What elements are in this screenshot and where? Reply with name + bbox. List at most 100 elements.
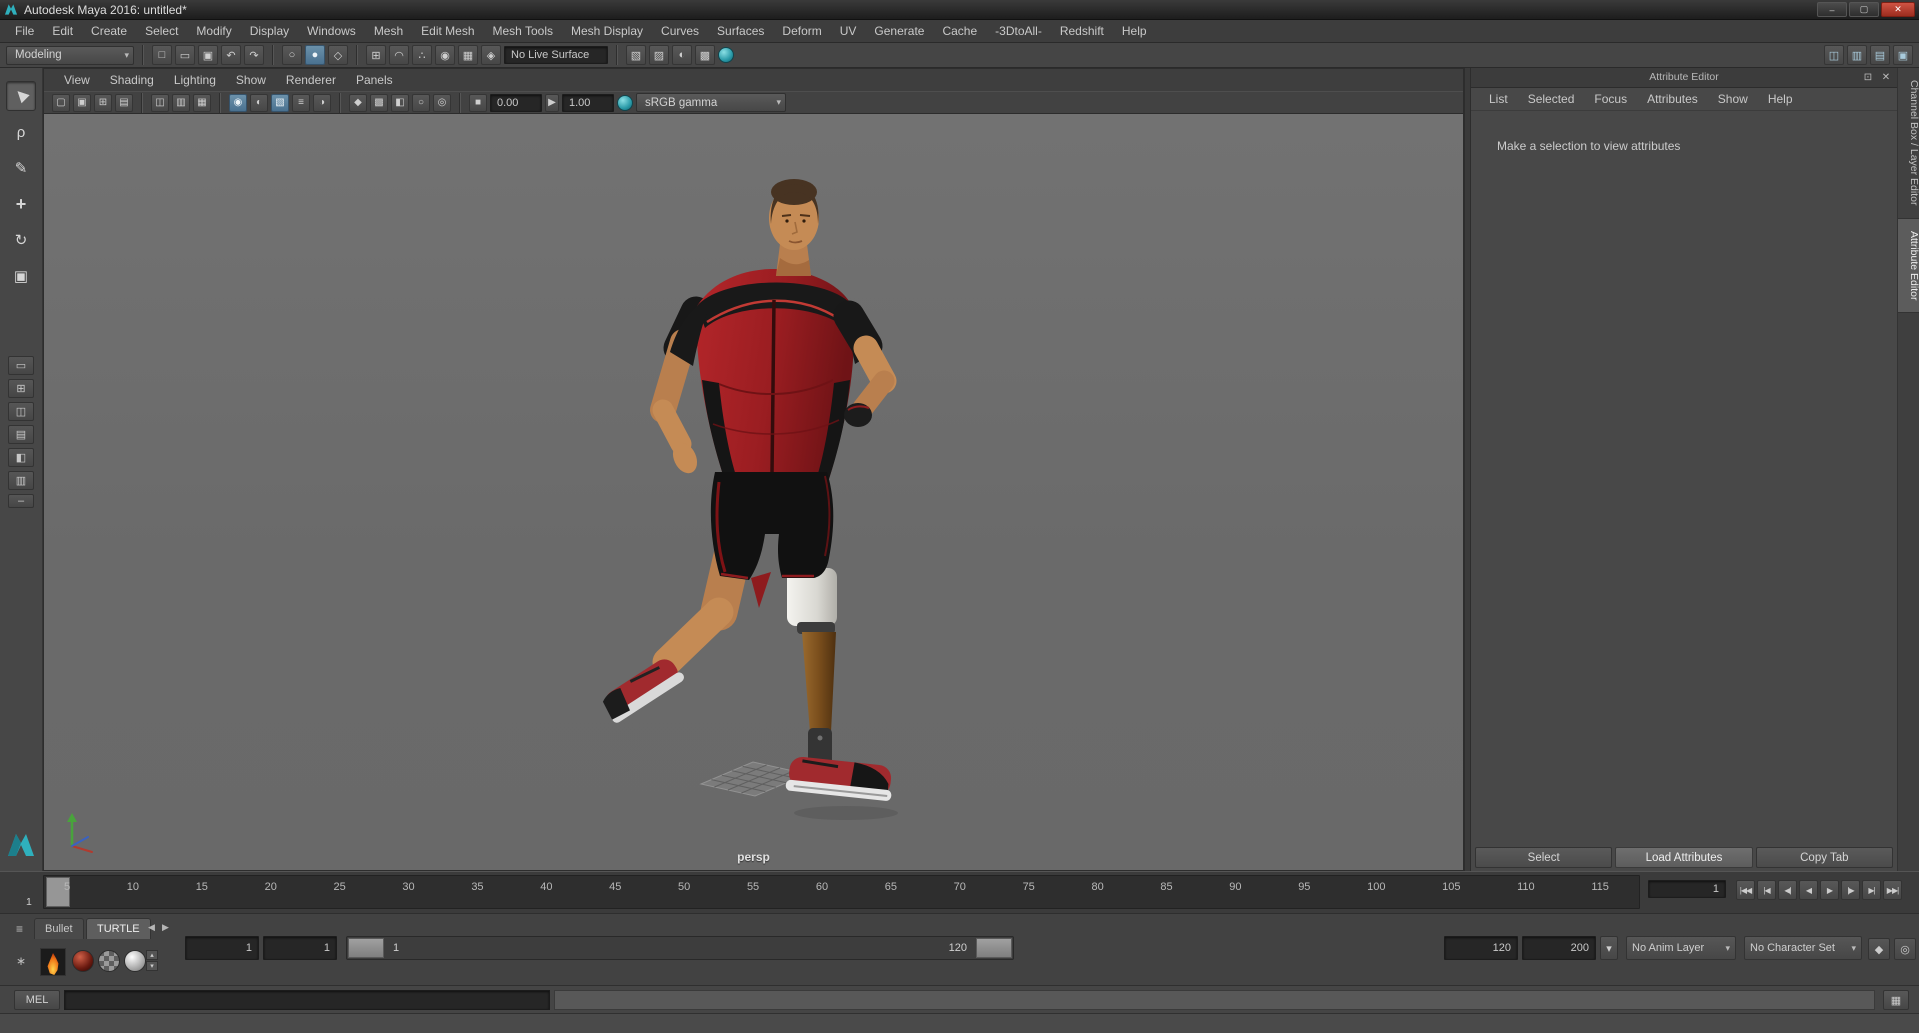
timeline-tick[interactable]: 75 xyxy=(1023,881,1035,893)
timeline-tick[interactable]: 10 xyxy=(127,881,139,893)
menu-grip-icon[interactable]: ≡ xyxy=(16,922,23,936)
menu-display[interactable]: Display xyxy=(241,20,298,42)
menu-create[interactable]: Create xyxy=(82,20,136,42)
timeline-tick[interactable]: 35 xyxy=(471,881,483,893)
auto-keyframe-icon[interactable]: ◆ xyxy=(1868,938,1890,960)
animation-preferences-icon[interactable]: ◎ xyxy=(1894,938,1916,960)
spinner-up-icon[interactable]: ▴ xyxy=(146,950,158,960)
menu-uv[interactable]: UV xyxy=(831,20,866,42)
layout-single-pane-button[interactable]: ▭ xyxy=(8,356,34,375)
image-plane-icon[interactable]: ◫ xyxy=(151,93,169,112)
shaded-mode-icon[interactable]: ◐ xyxy=(250,93,268,112)
material-swatch-white[interactable] xyxy=(124,950,146,972)
select-object-button[interactable]: ● xyxy=(305,45,325,65)
menu-windows[interactable]: Windows xyxy=(298,20,365,42)
ae-menu-attributes[interactable]: Attributes xyxy=(1637,88,1708,110)
step-forward-key-button[interactable]: ▶| xyxy=(1862,880,1881,900)
timeline-tick[interactable]: 25 xyxy=(334,881,346,893)
menu-surfaces[interactable]: Surfaces xyxy=(708,20,773,42)
snap-grid-button[interactable]: ⊞ xyxy=(366,45,386,65)
vp-menu-renderer[interactable]: Renderer xyxy=(276,69,346,91)
2d-pan-zoom-icon[interactable]: ▥ xyxy=(172,93,190,112)
open-scene-button[interactable]: ▭ xyxy=(175,45,195,65)
timeline-tick[interactable]: 70 xyxy=(954,881,966,893)
shadows-icon[interactable]: ◑ xyxy=(313,93,331,112)
vp-menu-show[interactable]: Show xyxy=(226,69,276,91)
menu-3dtoall[interactable]: -3DtoAll- xyxy=(986,20,1051,42)
open-render-view-button[interactable]: ▨ xyxy=(649,45,669,65)
menu-mesh-display[interactable]: Mesh Display xyxy=(562,20,652,42)
layout-four-view-button[interactable]: ⊞ xyxy=(8,379,34,398)
select-component-button[interactable]: ◇ xyxy=(328,45,348,65)
render-current-frame-button[interactable]: ◐ xyxy=(672,45,692,65)
select-tool-button[interactable]: ▶ xyxy=(6,81,36,111)
tab-scroll-right-icon[interactable]: ▶ xyxy=(162,922,169,933)
timeline-tick[interactable]: 20 xyxy=(265,881,277,893)
timeline-tick[interactable]: 95 xyxy=(1298,881,1310,893)
close-button[interactable]: ✕ xyxy=(1881,2,1915,17)
go-to-start-button[interactable]: |◀◀ xyxy=(1736,880,1755,900)
screen-space-ao-icon[interactable]: ◆ xyxy=(349,93,367,112)
range-start-handle[interactable] xyxy=(348,938,384,958)
menu-modify[interactable]: Modify xyxy=(187,20,240,42)
layout-persp-graph-button[interactable]: ▤ xyxy=(8,425,34,444)
menu-mesh[interactable]: Mesh xyxy=(365,20,412,42)
playback-start-field[interactable]: 1 xyxy=(263,936,337,960)
snap-curve-button[interactable]: ◠ xyxy=(389,45,409,65)
flame-shelf-tile[interactable] xyxy=(40,948,66,976)
timeline-tick[interactable]: 5 xyxy=(64,881,70,893)
menu-file[interactable]: File xyxy=(6,20,43,42)
snap-view-plane-button[interactable]: ▦ xyxy=(458,45,478,65)
timeline-tick[interactable]: 40 xyxy=(540,881,552,893)
snap-point-button[interactable]: ∴ xyxy=(412,45,432,65)
range-end-handle[interactable] xyxy=(976,938,1012,958)
minimize-button[interactable]: – xyxy=(1817,2,1847,17)
ae-menu-help[interactable]: Help xyxy=(1758,88,1803,110)
step-back-key-button[interactable]: |◀ xyxy=(1757,880,1776,900)
animation-start-field[interactable]: 1 xyxy=(185,936,259,960)
select-hierarchy-button[interactable]: ○ xyxy=(282,45,302,65)
material-swatch-checker[interactable] xyxy=(98,950,120,972)
go-to-end-button[interactable]: ▶▶| xyxy=(1883,880,1902,900)
mode-selector-dropdown[interactable]: Modeling ▾ xyxy=(6,45,134,65)
ae-menu-show[interactable]: Show xyxy=(1708,88,1758,110)
isolate-select-icon[interactable]: ◎ xyxy=(433,93,451,112)
ipr-render-button[interactable]: ▩ xyxy=(695,45,715,65)
maximize-button[interactable]: ▢ xyxy=(1849,2,1879,17)
oversan-icon[interactable]: ▦ xyxy=(193,93,211,112)
play-backwards-button[interactable]: ◀ xyxy=(1799,880,1818,900)
viewport-canvas[interactable]: persp xyxy=(44,114,1463,870)
menu-edit[interactable]: Edit xyxy=(43,20,82,42)
tab-scroll-left-icon[interactable]: ◀ xyxy=(148,922,155,933)
layout-persp-outliner-button[interactable]: ◫ xyxy=(8,402,34,421)
save-scene-button[interactable]: ▣ xyxy=(198,45,218,65)
layout-hypershade-button[interactable]: ◧ xyxy=(8,448,34,467)
gear-icon[interactable]: ∗ xyxy=(16,954,26,968)
timeline-tick[interactable]: 60 xyxy=(816,881,828,893)
lock-camera-icon[interactable]: ▣ xyxy=(73,93,91,112)
motion-blur-icon[interactable]: ▩ xyxy=(370,93,388,112)
close-panel-icon[interactable]: ✕ xyxy=(1879,70,1893,84)
timeline-tick[interactable]: 45 xyxy=(609,881,621,893)
exposure-field[interactable]: 0.00 xyxy=(490,93,542,112)
workspace-editor-icon[interactable]: ▣ xyxy=(1893,45,1913,65)
menu-curves[interactable]: Curves xyxy=(652,20,708,42)
make-live-button[interactable]: ◈ xyxy=(481,45,501,65)
timeline-tick[interactable]: 115 xyxy=(1591,881,1609,893)
panel-divider[interactable] xyxy=(1464,68,1471,871)
ae-menu-selected[interactable]: Selected xyxy=(1518,88,1585,110)
tab-channel-box-layer-editor[interactable]: Channel Box / Layer Editor xyxy=(1898,68,1919,219)
camera-attributes-icon[interactable]: ⊞ xyxy=(94,93,112,112)
rotate-tool-button[interactable]: ↻ xyxy=(6,225,36,255)
script-editor-icon[interactable]: ▦ xyxy=(1883,990,1909,1010)
material-swatch-red[interactable] xyxy=(72,950,94,972)
range-options-caret[interactable]: ▾ xyxy=(1600,936,1618,960)
tab-attribute-editor[interactable]: Attribute Editor xyxy=(1898,218,1919,313)
menu-cache[interactable]: Cache xyxy=(933,20,986,42)
use-all-lights-icon[interactable]: ≡ xyxy=(292,93,310,112)
new-scene-button[interactable]: □ xyxy=(152,45,172,65)
timeline-tick[interactable]: 65 xyxy=(885,881,897,893)
character-set-dropdown[interactable]: No Character Set ▾ xyxy=(1744,936,1862,960)
step-back-frame-button[interactable]: ◀| xyxy=(1778,880,1797,900)
timeline-tick[interactable]: 90 xyxy=(1229,881,1241,893)
